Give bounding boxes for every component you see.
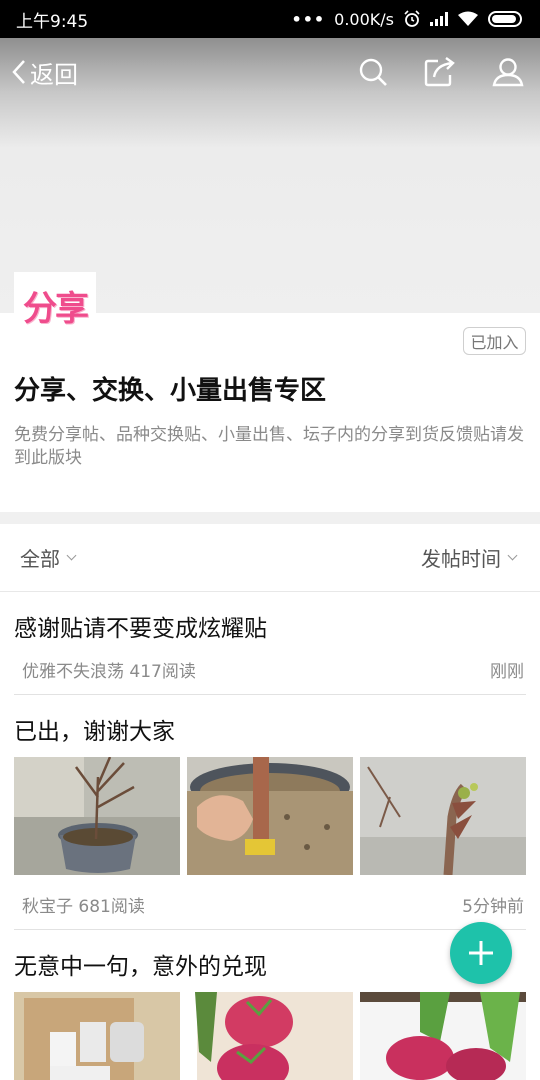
- post-image[interactable]: [360, 757, 526, 875]
- post-title[interactable]: 已出，谢谢大家: [14, 712, 175, 746]
- create-post-button[interactable]: [450, 922, 512, 984]
- filter-all-label: 全部: [20, 547, 60, 571]
- post-time: 刚刚: [490, 662, 524, 682]
- post-image[interactable]: [187, 992, 353, 1080]
- battery-icon: [488, 11, 522, 27]
- status-bar: 上午9:45 ••• 0.00K/s: [0, 0, 540, 38]
- top-nav: 返回: [0, 38, 540, 106]
- status-icons: ••• 0.00K/s: [291, 10, 522, 29]
- network-speed: 0.00K/s: [334, 9, 394, 29]
- post-author-reads: 秋宝子 681阅读: [22, 897, 145, 917]
- post-meta: 优雅不失浪荡 417阅读 刚刚: [22, 657, 524, 682]
- post-images: [14, 992, 526, 1080]
- wifi-icon: [458, 11, 478, 26]
- filter-bar: 全部 发帖时间: [0, 524, 540, 592]
- back-label: 返回: [30, 60, 78, 89]
- section-divider: [0, 512, 540, 524]
- joined-button[interactable]: 已加入: [463, 327, 526, 355]
- post-title[interactable]: 感谢贴请不要变成炫耀贴: [14, 609, 267, 643]
- signal-icon: [430, 12, 448, 26]
- alarm-icon: [404, 10, 420, 27]
- post-separator: [14, 694, 526, 695]
- forum-description: 免费分享帖、品种交换贴、小量出售、坛子内的分享到货反馈贴请发到此版块: [14, 425, 524, 468]
- post-author-reads: 优雅不失浪荡 417阅读: [22, 662, 196, 682]
- post-image[interactable]: [187, 757, 353, 875]
- post-title[interactable]: 无意中一句，意外的兑现: [14, 947, 267, 981]
- filter-all-dropdown[interactable]: 全部: [20, 543, 77, 572]
- chevron-down-icon: [507, 550, 518, 560]
- back-button[interactable]: 返回: [10, 55, 78, 90]
- share-icon[interactable]: [424, 57, 456, 87]
- post-image[interactable]: [14, 757, 180, 875]
- chevron-left-icon: [12, 60, 25, 84]
- search-icon[interactable]: [358, 57, 388, 87]
- profile-icon[interactable]: [492, 57, 524, 87]
- post-images: [14, 757, 526, 875]
- forum-logo: 分享: [14, 272, 96, 338]
- post-separator: [14, 929, 526, 930]
- forum-logo-text: 分享: [23, 288, 89, 329]
- status-dots: •••: [291, 9, 326, 29]
- post-time: 5分钟前: [462, 897, 524, 917]
- status-time: 上午9:45: [16, 11, 89, 32]
- post-image[interactable]: [14, 992, 180, 1080]
- plus-icon: [469, 941, 493, 965]
- post-image[interactable]: [360, 992, 526, 1080]
- sort-time-dropdown[interactable]: 发帖时间: [421, 543, 518, 572]
- forum-title: 分享、交换、小量出售专区: [14, 376, 327, 406]
- chevron-down-icon: [66, 550, 77, 560]
- sort-time-label: 发帖时间: [421, 547, 501, 571]
- post-meta: 秋宝子 681阅读 5分钟前: [22, 892, 524, 917]
